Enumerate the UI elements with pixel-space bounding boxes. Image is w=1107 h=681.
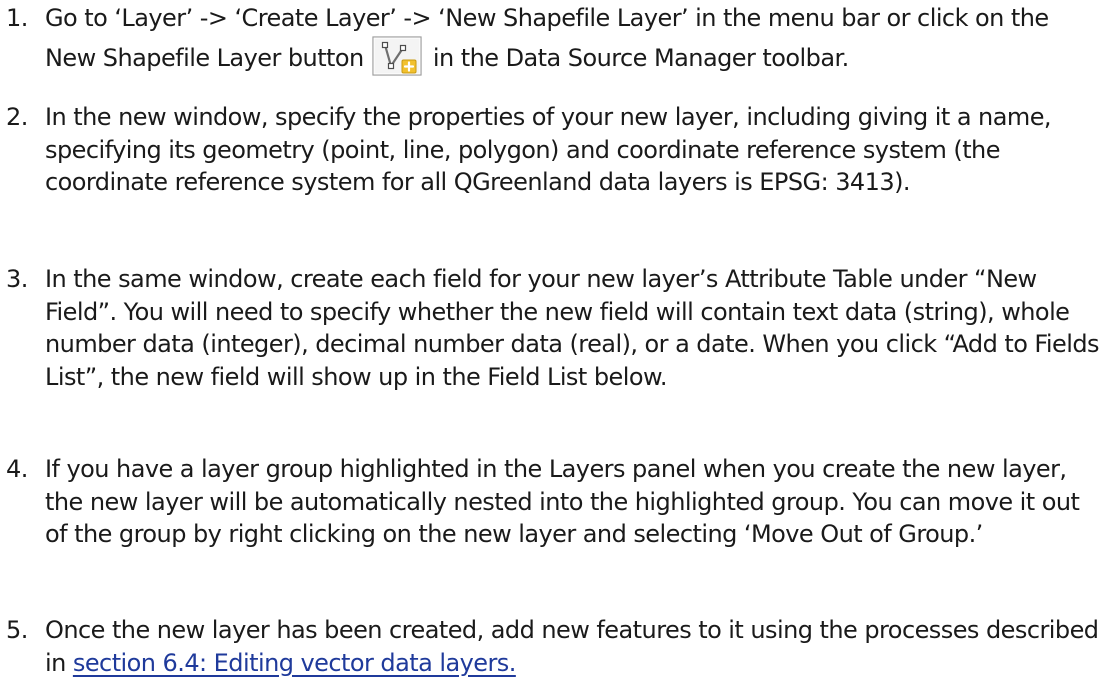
new-shapefile-layer-icon: [372, 35, 422, 77]
instruction-list: 1. Go to ‘Layer’ -> ‘Create Layer’ -> ‘N…: [0, 0, 1107, 681]
step-5: 5. Once the new layer has been created, …: [6, 614, 1106, 679]
step-number: 1.: [6, 4, 28, 32]
step-number: 4.: [6, 455, 28, 483]
step-text: In the same window, create each field fo…: [45, 265, 1100, 391]
step-number: 2.: [6, 103, 28, 131]
step-text: In the new window, specify the propertie…: [45, 103, 1052, 196]
step-number: 3.: [6, 265, 28, 293]
step-text: Once the new layer has been created, add…: [45, 614, 1106, 679]
step-number: 5.: [6, 616, 28, 644]
step-text: If you have a layer group highlighted in…: [45, 455, 1080, 548]
section-6-4-link[interactable]: section 6.4: Editing vector data layers.: [73, 649, 517, 677]
step-3: 3. In the same window, create each field…: [6, 263, 1106, 393]
step-2: 2. In the new window, specify the proper…: [6, 101, 1106, 199]
step-1: 1. Go to ‘Layer’ -> ‘Create Layer’ -> ‘N…: [6, 2, 1106, 77]
step-text: Go to ‘Layer’ -> ‘Create Layer’ -> ‘New …: [45, 2, 1106, 77]
step-1-text-after-icon: in the Data Source Manager toolbar.: [432, 43, 849, 72]
step-4: 4. If you have a layer group highlighted…: [6, 453, 1106, 551]
